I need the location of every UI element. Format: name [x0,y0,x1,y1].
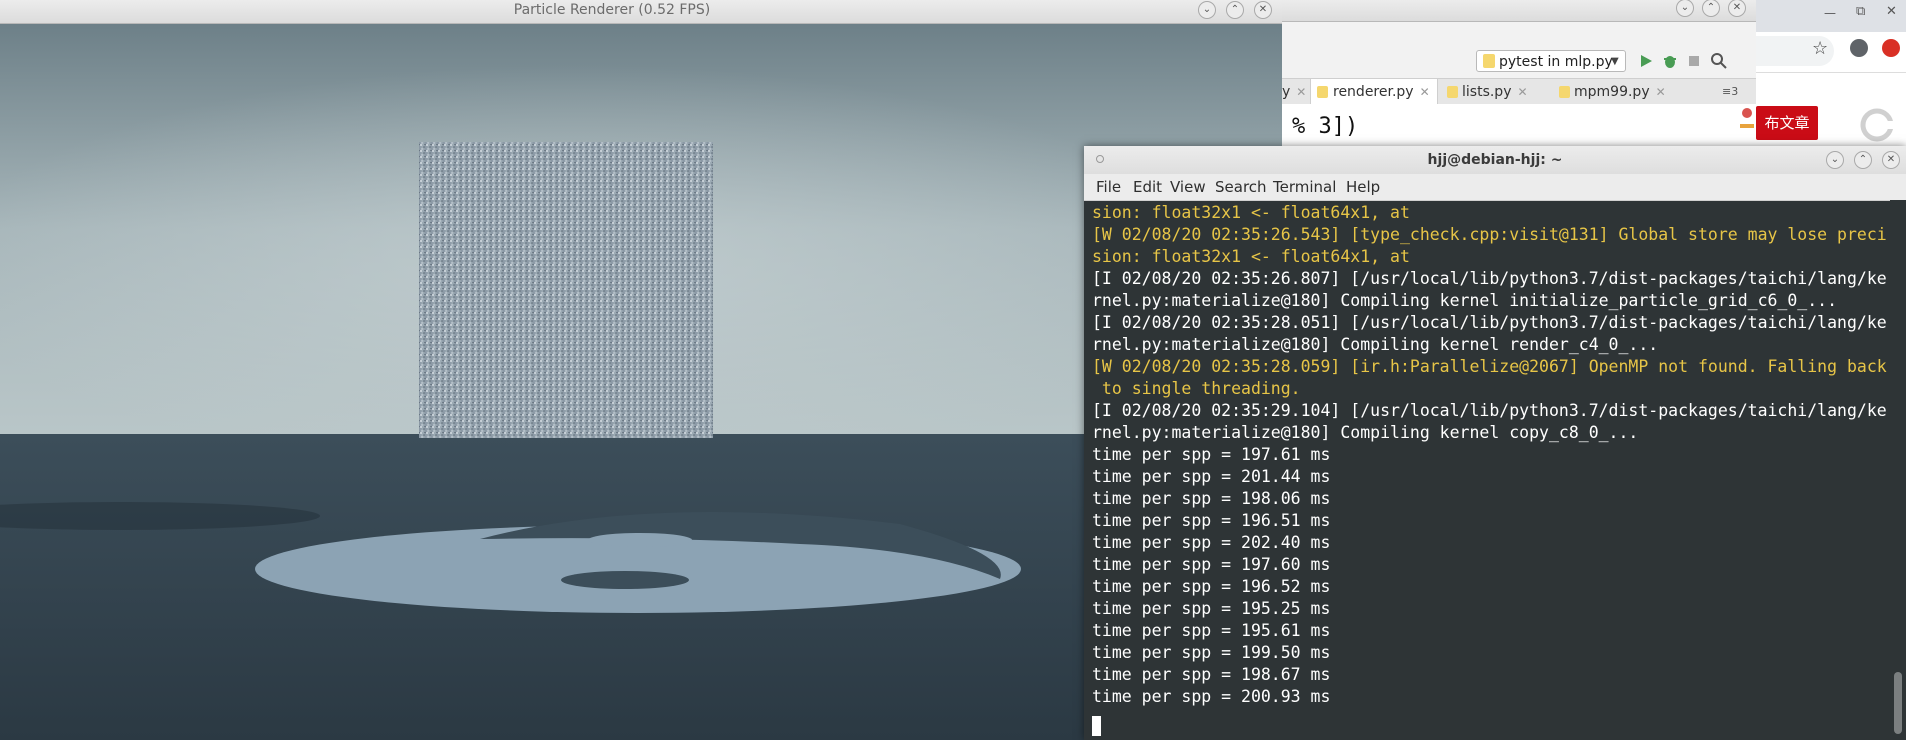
ide-window: ⌄ ⌃ ✕ pytest in mlp.py ▼ y ✕ renderer.py ✕… [1282,0,1756,146]
terminal-line: rnel.py:materialize@180] Compiling kerne… [1092,423,1639,442]
extension-icon[interactable] [1882,39,1900,57]
browser-titlebar[interactable]: — ⧉ ✕ [1756,0,1906,32]
close-tab-icon[interactable]: ✕ [1420,85,1430,99]
particle-cube [419,142,713,438]
tabs-overflow-button[interactable]: ≡3 [1722,79,1752,105]
terminal-window: hjj@debian-hjj: ~ ⌄ ⌃ ✕ File Edit View S… [1084,146,1906,740]
close-tab-icon[interactable]: ✕ [1656,85,1666,99]
terminal-line: [W 02/08/20 02:35:26.543] [type_check.cp… [1092,225,1887,244]
python-file-icon [1559,86,1570,98]
terminal-line: rnel.py:materialize@180] Compiling kerne… [1092,291,1838,310]
ide-minimize-button[interactable]: ⌄ [1676,0,1694,17]
ide-maximize-button[interactable]: ⌃ [1702,0,1720,17]
terminal-line: to single threading. [1092,379,1301,398]
terminal-cursor [1092,716,1101,736]
terminal-line: time per spp = 198.06 ms [1092,489,1331,508]
code-line: % 3]) [1292,114,1359,139]
terminal-menubar: File Edit View Search Terminal Help [1084,174,1906,201]
close-button[interactable]: ✕ [1254,1,1272,19]
browser-close-button[interactable]: ✕ [1886,4,1897,19]
tab-mpm99[interactable]: mpm99.py ✕ [1554,79,1674,105]
menu-terminal[interactable]: Terminal [1273,174,1336,200]
editor-tabs: y ✕ renderer.py ✕ lists.py ✕ mpm99.py ✕ ≡3 [1282,78,1756,106]
terminal-minimize-button[interactable]: ⌄ [1826,151,1844,169]
terminal-line: time per spp = 200.93 ms [1092,687,1331,706]
terminal-line: rnel.py:materialize@180] Compiling kerne… [1092,335,1659,354]
tab-lists[interactable]: lists.py ✕ [1442,79,1550,105]
tab-renderer[interactable]: renderer.py ✕ [1310,79,1438,105]
c-logo-icon [1860,108,1894,142]
minimize-button[interactable]: ⌄ [1198,1,1216,19]
python-file-icon [1317,86,1328,98]
ide-close-button[interactable]: ✕ [1728,0,1746,17]
terminal-scrollbar-thumb[interactable] [1894,672,1902,734]
code-editor[interactable]: % 3]) [1282,104,1756,146]
run-config-label: pytest in mlp.py [1499,54,1613,70]
terminal-line: [I 02/08/20 02:35:29.104] [/usr/local/li… [1092,401,1887,420]
browser-window: — ⧉ ✕ ☆ 布文章 [1756,0,1906,146]
browser-minimize-button[interactable]: — [1824,6,1836,20]
bookmark-star-icon[interactable]: ☆ [1812,38,1828,59]
maximize-button[interactable]: ⌃ [1226,1,1244,19]
menu-help[interactable]: Help [1346,174,1380,200]
python-file-icon [1447,86,1458,98]
terminal-line: [I 02/08/20 02:35:28.051] [/usr/local/li… [1092,313,1887,332]
menu-search[interactable]: Search [1215,174,1267,200]
terminal-line: [I 02/08/20 02:35:26.807] [/usr/local/li… [1092,269,1887,288]
terminal-close-button[interactable]: ✕ [1882,151,1900,169]
stop-icon[interactable] [1686,53,1702,69]
terminal-line: time per spp = 197.60 ms [1092,555,1331,574]
terminal-line: time per spp = 199.50 ms [1092,643,1331,662]
browser-maximize-button[interactable]: ⧉ [1856,4,1865,19]
close-tab-icon[interactable]: ✕ [1296,85,1306,99]
warning-stripe[interactable] [1740,124,1754,128]
debug-icon[interactable] [1662,53,1678,69]
terminal-line: time per spp = 196.52 ms [1092,577,1331,596]
terminal-scrollbar[interactable] [1890,200,1906,740]
terminal-line: time per spp = 195.25 ms [1092,599,1331,618]
renderer-titlebar[interactable]: Particle Renderer (0.52 FPS) ⌄ ⌃ ✕ [0,0,1282,24]
tab-partial[interactable]: y ✕ [1282,79,1308,105]
run-config-select[interactable]: pytest in mlp.py ▼ [1476,50,1626,72]
publish-article-button[interactable]: 布文章 [1756,106,1818,140]
terminal-output[interactable]: sion: float32x1 <- float64x1, at [W 02/08… [1084,200,1890,740]
run-icon[interactable] [1638,53,1654,69]
python-file-icon [1483,54,1495,68]
renderer-title: Particle Renderer (0.52 FPS) [513,2,711,18]
terminal-maximize-button[interactable]: ⌃ [1854,151,1872,169]
terminal-line: time per spp = 202.40 ms [1092,533,1331,552]
ide-titlebar[interactable]: ⌄ ⌃ ✕ [1282,0,1756,22]
address-bar[interactable]: ☆ [1756,32,1906,73]
terminal-title: hjj@debian-hjj: ~ [1427,152,1563,168]
menu-view[interactable]: View [1170,174,1206,200]
terminal-line: sion: float32x1 <- float64x1, at [1092,247,1410,266]
terminal-line: time per spp = 196.51 ms [1092,511,1331,530]
terminal-line: [W 02/08/20 02:35:28.059] [ir.h:Parallel… [1092,357,1887,376]
chevron-down-icon: ▼ [1611,56,1619,67]
terminal-line: time per spp = 197.61 ms [1092,445,1331,464]
terminal-line: time per spp = 198.67 ms [1092,665,1331,684]
search-icon[interactable] [1710,52,1728,70]
menu-edit[interactable]: Edit [1133,174,1162,200]
error-indicator-icon[interactable] [1742,108,1752,118]
profile-avatar-icon[interactable] [1850,39,1868,57]
close-tab-icon[interactable]: ✕ [1517,85,1527,99]
terminal-line: sion: float32x1 <- float64x1, at [1092,203,1410,222]
terminal-titlebar[interactable]: hjj@debian-hjj: ~ ⌄ ⌃ ✕ [1084,146,1906,175]
terminal-line: time per spp = 201.44 ms [1092,467,1331,486]
menu-file[interactable]: File [1096,174,1121,200]
terminal-line: time per spp = 195.61 ms [1092,621,1331,640]
